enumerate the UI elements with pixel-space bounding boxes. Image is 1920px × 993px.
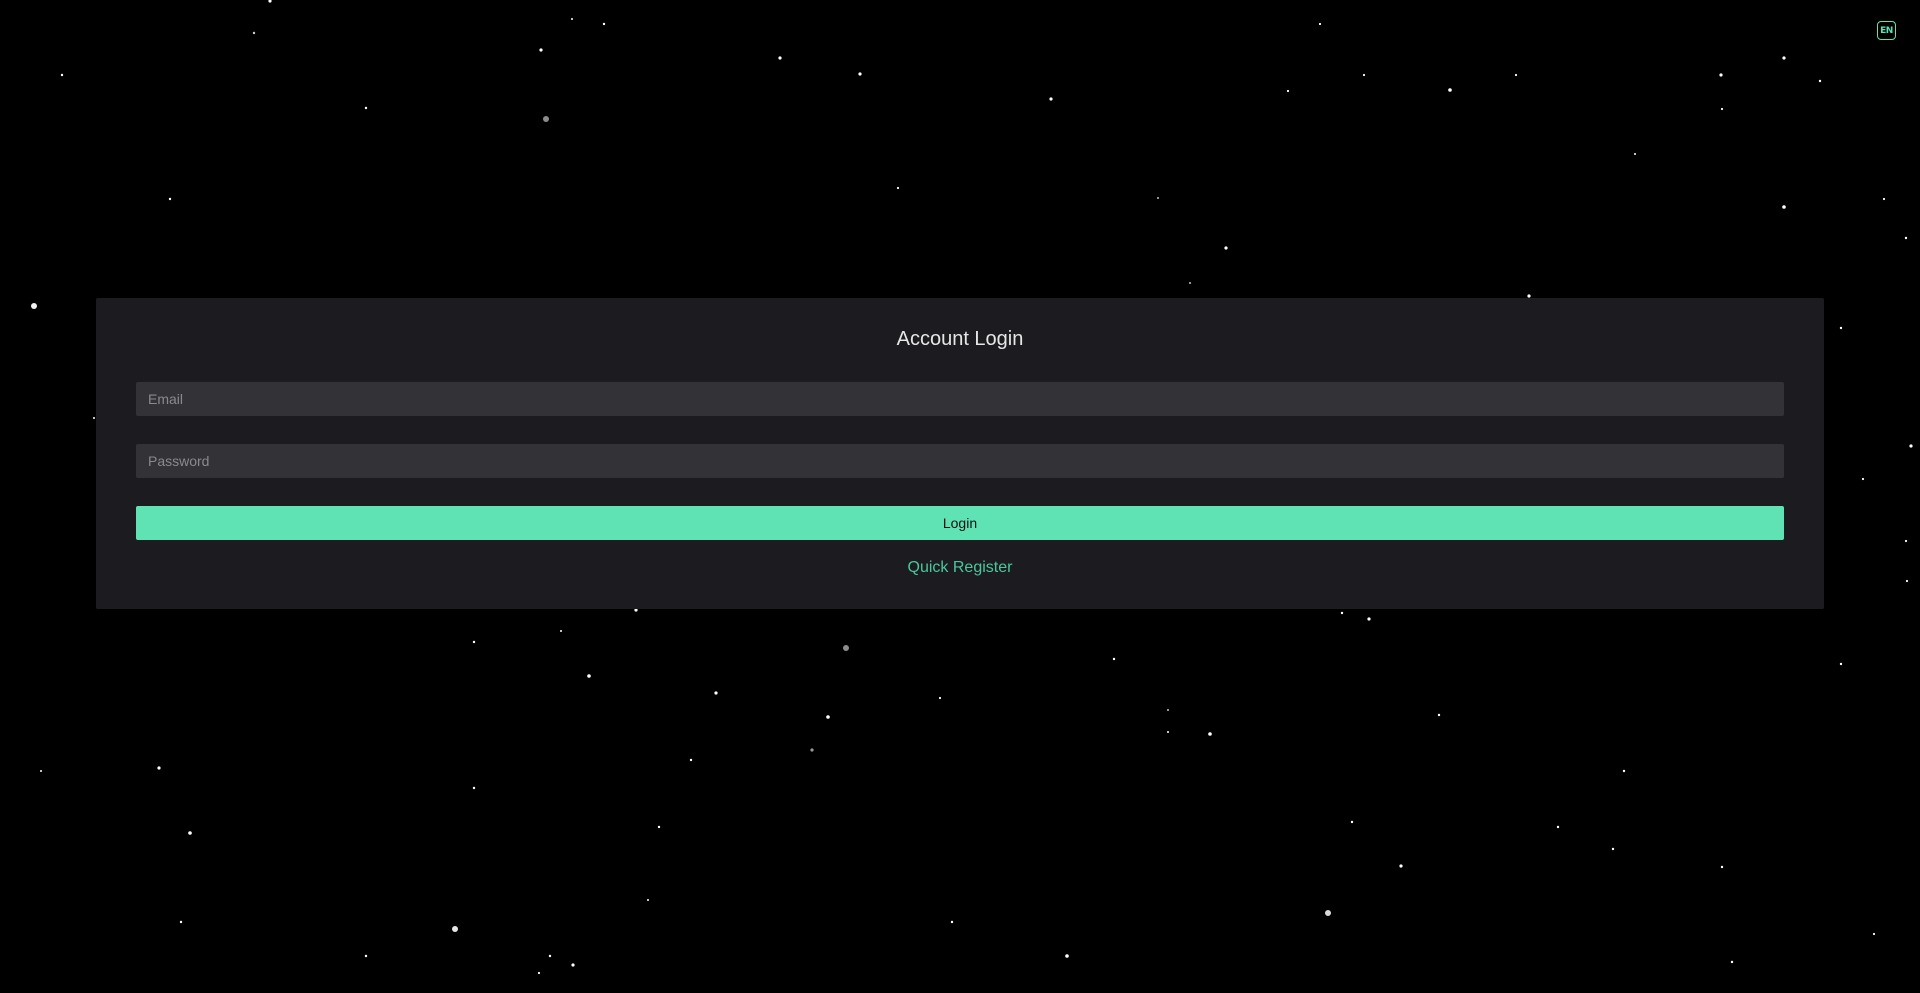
login-title: Account Login (896, 328, 1024, 350)
register-row: Quick Register (136, 559, 1784, 577)
password-field[interactable] (136, 444, 1784, 478)
language-label: EN (1880, 25, 1893, 36)
email-field[interactable] (136, 382, 1784, 416)
login-button[interactable]: Login (136, 506, 1784, 540)
login-card: Account Login Login Quick Register (96, 298, 1824, 609)
quick-register-link[interactable]: Quick Register (908, 559, 1013, 576)
language-toggle-button[interactable]: EN (1877, 21, 1896, 40)
